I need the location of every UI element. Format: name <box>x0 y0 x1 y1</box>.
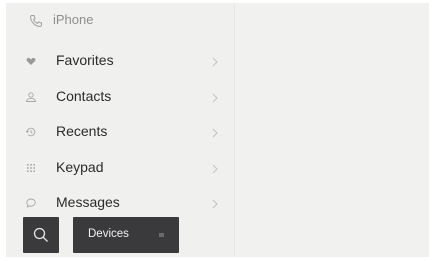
menu-item-label: Keypad <box>56 158 104 175</box>
menu-item-keypad[interactable]: Keypad <box>6 150 234 186</box>
chevron-right-icon <box>210 162 220 174</box>
detail-pane <box>234 3 429 257</box>
page-title: iPhone <box>53 12 94 27</box>
message-icon <box>24 196 38 210</box>
header: iPhone <box>6 3 234 39</box>
heart-icon <box>24 54 38 68</box>
phone-icon <box>28 13 44 29</box>
search-button[interactable] <box>23 217 59 253</box>
menu-item-contacts[interactable]: Contacts <box>6 79 234 115</box>
menu-item-label: Recents <box>56 123 108 139</box>
person-icon <box>24 90 38 104</box>
menu-item-messages[interactable]: Messages <box>6 185 234 221</box>
chevron-right-icon <box>210 55 220 67</box>
menu-item-label: Messages <box>56 194 120 210</box>
menu-item-favorites[interactable]: Favorites <box>6 43 234 79</box>
chevron-right-icon <box>210 126 220 138</box>
devices-label: Devices <box>88 228 129 240</box>
menu-item-label: Contacts <box>56 87 112 104</box>
menu-item-label: Favorites <box>56 52 114 68</box>
menu-list: Favorites Contacts Recents Keypad Messag… <box>6 43 234 221</box>
devices-button[interactable]: Devices <box>73 217 179 253</box>
menu-item-recents[interactable]: Recents <box>6 114 234 150</box>
history-icon <box>24 125 38 139</box>
phone-screen: iPhone Favorites Contacts Recents Keypad… <box>6 3 429 257</box>
keypad-icon <box>24 161 38 175</box>
chevron-right-icon <box>210 197 220 209</box>
chevron-right-icon <box>210 91 220 103</box>
status-indicator <box>159 233 164 237</box>
